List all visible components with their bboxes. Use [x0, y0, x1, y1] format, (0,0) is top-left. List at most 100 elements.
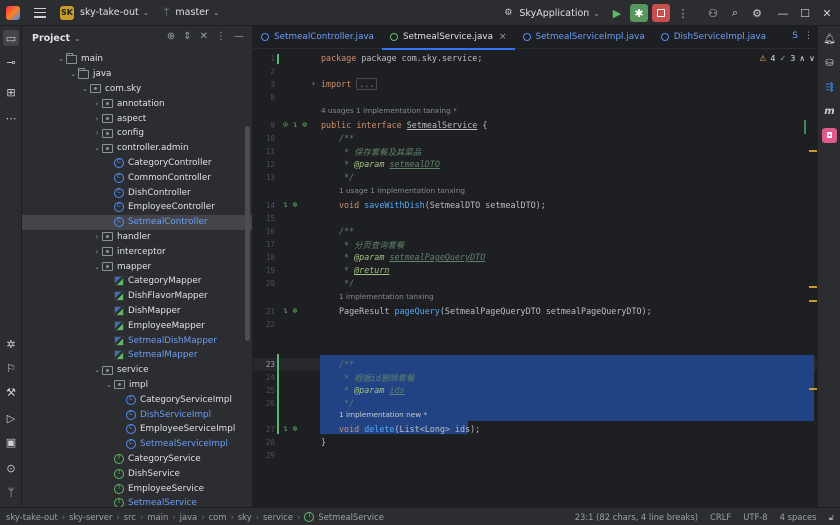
maximize-icon[interactable]: ☐ [796, 4, 814, 22]
tree-item[interactable]: ⌄ java [22, 67, 252, 82]
plugin-icon[interactable]: ⇶ [822, 80, 837, 95]
search-icon[interactable]: ⌕ [726, 4, 744, 22]
breadcrumb-item[interactable]: sky [238, 512, 252, 522]
tree-item[interactable]: CategoryServiceImpl [22, 392, 252, 407]
breadcrumb-item[interactable]: main [147, 512, 168, 522]
implementations-icon[interactable]: ↴ ⊚ [283, 424, 297, 433]
fold-icon[interactable]: › [311, 79, 316, 88]
code-vision-hint[interactable]: 1 implementation new * [339, 410, 427, 422]
tree-item[interactable]: SetmealDishMapper [22, 333, 252, 348]
chevron-down-icon[interactable]: ⌄ [104, 381, 114, 389]
tree-item[interactable]: DishService [22, 466, 252, 481]
structure-icon[interactable]: ⊞ [3, 84, 19, 100]
problems-icon[interactable]: ⊙ [3, 460, 19, 476]
stop-icon[interactable] [652, 4, 670, 22]
tree-item[interactable]: SetmealController [22, 214, 252, 230]
services-icon[interactable]: ⚐ [3, 360, 19, 376]
tree-item[interactable]: CategoryService [22, 452, 252, 467]
tree-item[interactable]: EmployeeMapper [22, 318, 252, 333]
tree-item[interactable]: SetmealServiceImpl [22, 437, 252, 452]
chevron-down-icon[interactable]: ⌄ [92, 144, 102, 152]
lock-icon[interactable]: 🔓︎ [829, 512, 834, 523]
minimize-icon[interactable]: — [774, 4, 792, 22]
chevron-down-icon[interactable]: ⌄ [143, 8, 150, 17]
chevron-right-icon[interactable]: › [92, 100, 102, 108]
locate-icon[interactable]: ⊕ [167, 31, 175, 42]
notifications-icon[interactable]: 🔔︎ [822, 32, 837, 47]
branch-name[interactable]: master [175, 7, 209, 18]
database-icon[interactable]: ⛁ [822, 56, 837, 71]
more-icon[interactable]: ⋮ [804, 31, 813, 41]
terminal-icon[interactable]: ▣ [3, 434, 19, 450]
chevron-down-icon[interactable]: ⌄ [68, 70, 78, 78]
editor-tab[interactable]: SetmealController.java [253, 26, 382, 49]
run-icon[interactable]: ▶ [608, 4, 626, 22]
tree-item[interactable]: CategoryController [22, 156, 252, 171]
breadcrumb-item[interactable]: src [124, 512, 136, 522]
tree-item[interactable]: DishServiceImpl [22, 407, 252, 422]
breadcrumb-item[interactable]: com [209, 512, 227, 522]
line-separator[interactable]: CRLF [710, 512, 731, 522]
chevron-right-icon[interactable]: › [92, 233, 102, 241]
tree-item[interactable]: ⌄ main [22, 52, 252, 67]
chevron-down-icon[interactable]: ⌄ [213, 8, 220, 17]
bug-icon[interactable]: ✲ [3, 336, 19, 352]
breadcrumb-item[interactable]: java [180, 512, 198, 522]
tree-item[interactable]: ⌄ service [22, 363, 252, 378]
gear-icon[interactable]: ⚙ [748, 4, 766, 22]
implementations-icon[interactable]: ⊙ ↴ ⊚ [283, 120, 307, 129]
chevron-down-icon[interactable]: ⌄ [92, 366, 102, 374]
tree-item[interactable]: DishFlavorMapper [22, 289, 252, 304]
tree-item[interactable]: EmployeeServiceImpl [22, 422, 252, 437]
tree-item[interactable]: CategoryMapper [22, 274, 252, 289]
editor-tab[interactable]: SetmealServiceImpl.java [515, 26, 653, 49]
scrollbar[interactable] [245, 126, 250, 341]
build-icon[interactable]: ⚒ [3, 384, 19, 400]
chevron-right-icon[interactable]: › [92, 248, 102, 256]
tree-item[interactable]: ⌄ controller.admin [22, 141, 252, 156]
commit-icon[interactable]: ⊸ [3, 54, 19, 70]
chevron-down-icon[interactable]: ⌄ [80, 85, 90, 93]
code-vision-hint[interactable]: 4 usages 1 implementation tanxing * [321, 106, 457, 118]
expand-icon[interactable]: ⇕ [183, 31, 191, 42]
tree-item[interactable]: › interceptor [22, 244, 252, 259]
caret-position[interactable]: 23:1 (82 chars, 4 line breaks) [575, 512, 698, 522]
tree-item[interactable]: ⌄ com.sky [22, 82, 252, 97]
editor-tab[interactable]: DishServiceImpl.java [653, 26, 774, 49]
tree-item[interactable]: › aspect [22, 111, 252, 126]
chevron-down-icon[interactable]: ⌄ [593, 9, 600, 18]
chevron-down-icon[interactable]: ⌄ [56, 55, 66, 63]
breadcrumb-item[interactable]: sky-server [69, 512, 112, 522]
tree-item[interactable]: DishController [22, 185, 252, 200]
git-icon[interactable]: ᛘ [3, 484, 19, 500]
tree-item[interactable]: ⌄ impl [22, 378, 252, 393]
plugin-badge-icon[interactable]: ◘ [822, 128, 837, 143]
tree-item[interactable]: › handler [22, 230, 252, 245]
more-icon[interactable]: ⋯ [3, 110, 19, 126]
folder-icon[interactable]: ▭ [3, 30, 19, 46]
chevron-down-icon[interactable]: ⌄ [74, 34, 81, 43]
code-vision-hint[interactable]: 1 usage 1 implementation tanxing [339, 186, 465, 198]
hide-icon[interactable]: — [234, 31, 244, 42]
project-name[interactable]: sky-take-out [80, 7, 139, 18]
run-icon[interactable]: ▷ [3, 410, 19, 426]
file-encoding[interactable]: UTF-8 [743, 512, 767, 522]
tab-overflow[interactable]: S [792, 31, 798, 41]
close-icon[interactable]: × [499, 32, 507, 42]
debug-icon[interactable]: ✱ [630, 4, 648, 22]
code-area[interactable]: ⚠ 4 ✓ 3 ∧ ∨ 1 package package com.sky.servi… [253, 50, 817, 507]
code-vision-hint[interactable]: 1 implementation tanxing [339, 292, 434, 304]
implementations-icon[interactable]: ↴ ⊚ [283, 306, 297, 315]
project-badge[interactable]: SK [60, 5, 74, 20]
more-icon[interactable]: ⋮ [674, 4, 692, 22]
tree-item[interactable]: SetmealMapper [22, 348, 252, 363]
chevron-right-icon[interactable]: › [92, 115, 102, 123]
tree-item[interactable]: SetmealService [22, 496, 252, 507]
tree-item[interactable]: EmployeeService [22, 481, 252, 496]
tree-item[interactable]: › annotation [22, 96, 252, 111]
tree-item[interactable]: ⌄ mapper [22, 259, 252, 274]
collapse-icon[interactable]: ✕ [200, 31, 208, 42]
editor-tab[interactable]: SetmealService.java × [381, 26, 515, 50]
implementations-icon[interactable]: ↴ ⊚ [283, 200, 297, 209]
tree-item[interactable]: › config [22, 126, 252, 141]
